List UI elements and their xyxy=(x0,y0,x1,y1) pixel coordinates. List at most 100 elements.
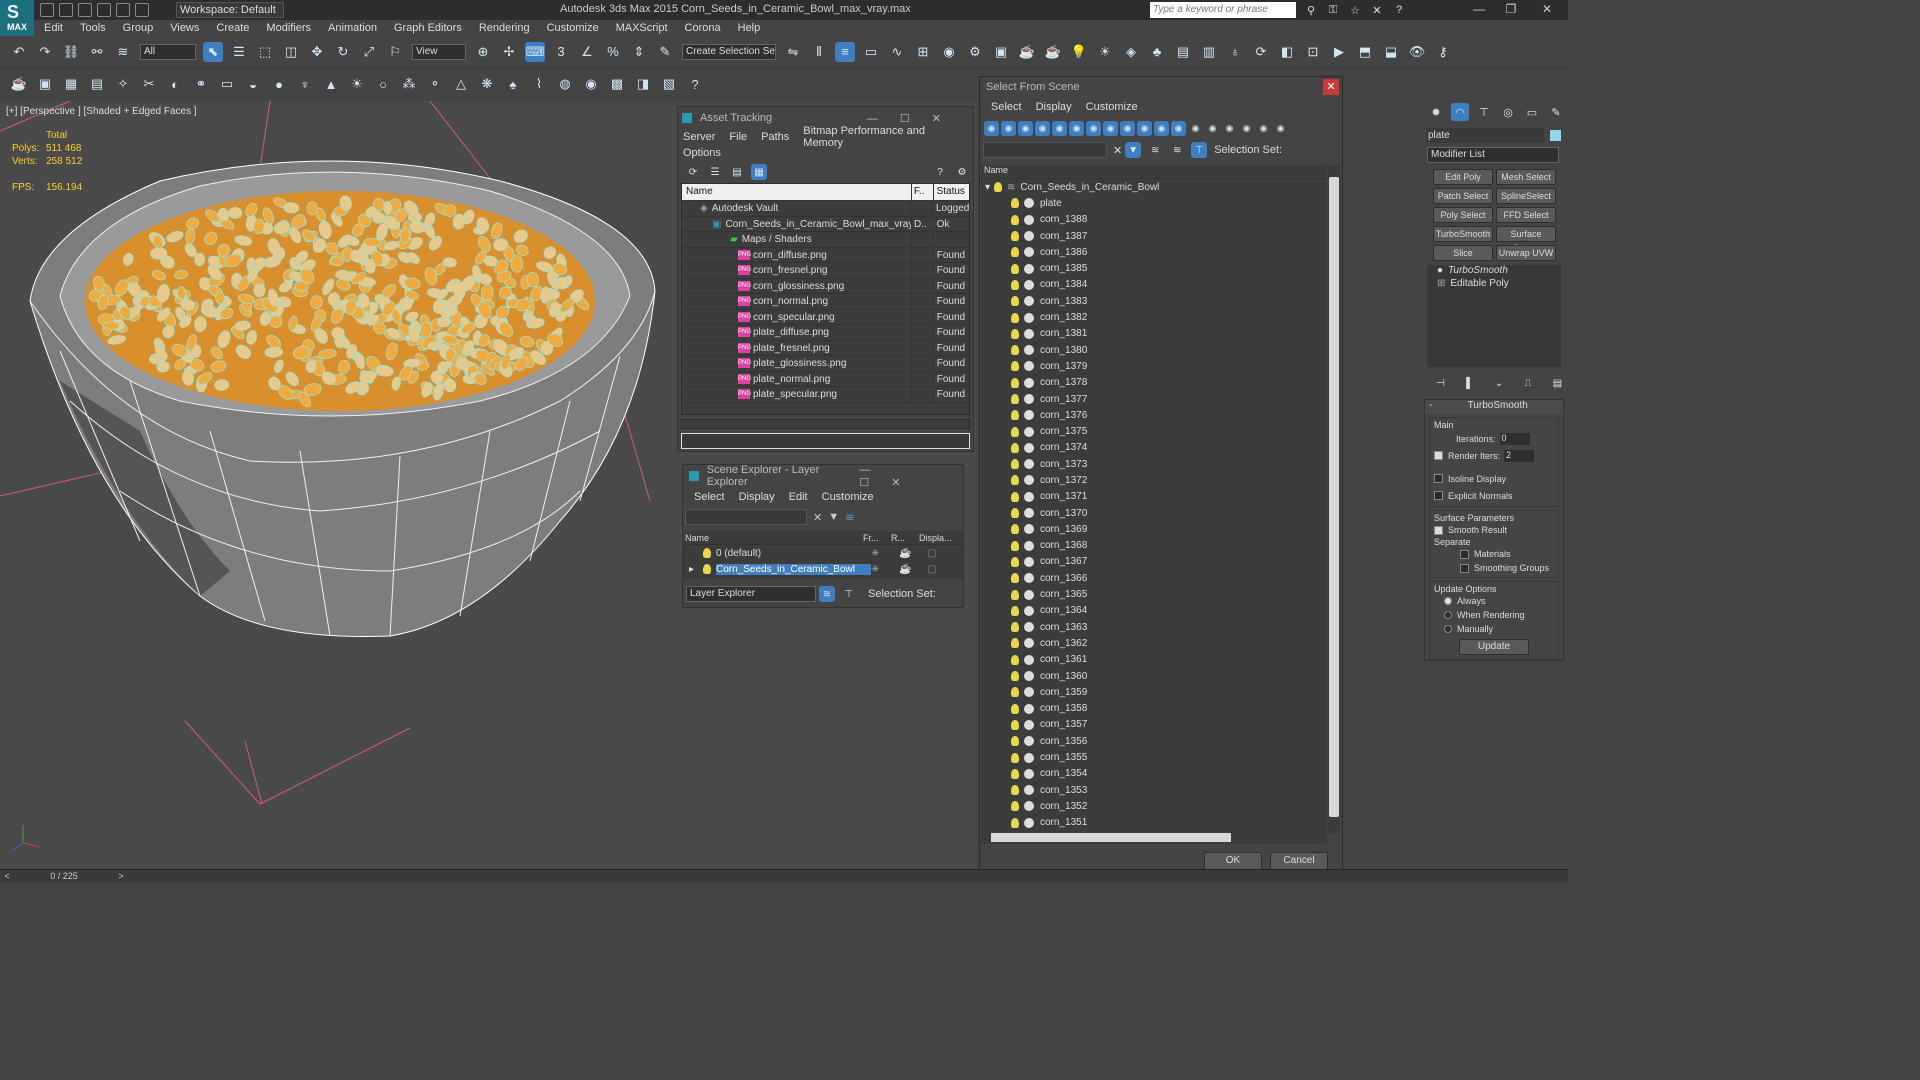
asset-row[interactable]: ◈ Autodesk Vault Logged xyxy=(682,201,969,217)
bulb-icon[interactable] xyxy=(1011,671,1019,682)
pivot-icon[interactable]: ⊕ xyxy=(473,42,493,62)
layer-row[interactable]: 0 (default) ✳ ☕ ▢ xyxy=(683,545,963,561)
select-by-name-icon[interactable]: ☰ xyxy=(229,42,249,62)
save-file-icon[interactable] xyxy=(78,3,92,17)
menu-corona[interactable]: Corona xyxy=(685,22,721,34)
tree-item[interactable]: corn_1384 xyxy=(981,277,1327,293)
explicit-normals-checkbox[interactable] xyxy=(1434,491,1443,500)
menu-views[interactable]: Views xyxy=(170,22,199,34)
layers-view-icon[interactable]: ≋ xyxy=(819,586,835,602)
bulb-icon[interactable] xyxy=(1011,279,1019,290)
selection-filter-dropdown[interactable]: All xyxy=(140,43,196,60)
bulb-icon[interactable] xyxy=(1011,654,1019,665)
sphere-icon[interactable]: ● xyxy=(269,74,289,94)
tree-item[interactable]: corn_1377 xyxy=(981,391,1327,407)
named-selection-dropdown[interactable]: Create Selection Se xyxy=(682,43,776,60)
asset-row[interactable]: PNG corn_glossiness.png Found xyxy=(682,278,969,294)
prev-frame-icon[interactable]: < xyxy=(0,871,14,881)
fur-icon[interactable]: ♠ xyxy=(503,74,523,94)
table-view-icon[interactable]: ▦ xyxy=(751,164,767,180)
menu-create[interactable]: Create xyxy=(216,22,249,34)
bulb-icon[interactable] xyxy=(1011,524,1019,535)
tree-item[interactable]: corn_1369 xyxy=(981,521,1327,537)
expand-icon[interactable]: ⊞ xyxy=(1437,278,1445,289)
unlink-icon[interactable]: ⚯ xyxy=(87,42,107,62)
tree-item[interactable]: corn_1353 xyxy=(981,782,1327,798)
render-production-icon[interactable]: ☕ xyxy=(1017,42,1037,62)
find-filter-icon[interactable]: ◉ xyxy=(1256,121,1271,136)
menu-display[interactable]: Display xyxy=(739,491,775,503)
asset-row[interactable]: PNG corn_specular.png Found xyxy=(682,309,969,325)
modifier-button[interactable]: TurboSmooth xyxy=(1433,226,1493,242)
tree-item[interactable]: corn_1380 xyxy=(981,342,1327,358)
bulb-icon[interactable] xyxy=(1011,198,1019,209)
helpers-filter-icon[interactable]: ◉ xyxy=(1052,120,1067,136)
col-status[interactable]: Status xyxy=(934,184,969,200)
tree-item[interactable]: corn_1352 xyxy=(981,798,1327,814)
bulb-icon[interactable] xyxy=(1011,687,1019,698)
explicit-normals-row[interactable]: Explicit Normals xyxy=(1434,487,1554,504)
exchange-icon[interactable]: ✕ xyxy=(1369,2,1385,18)
tree-item[interactable]: corn_1355 xyxy=(981,749,1327,765)
bulb-icon[interactable] xyxy=(1011,736,1019,747)
bulb-icon[interactable] xyxy=(1011,719,1019,730)
materials-row[interactable]: Materials xyxy=(1434,547,1554,561)
table-icon[interactable]: ▤ xyxy=(87,74,107,94)
tree-item[interactable]: corn_1363 xyxy=(981,619,1327,635)
bulb-icon[interactable] xyxy=(1011,426,1019,437)
undo-icon[interactable]: ↶ xyxy=(9,42,29,62)
tree-item[interactable]: corn_1361 xyxy=(981,652,1327,668)
open-file-icon[interactable] xyxy=(59,3,73,17)
menu-edit[interactable]: Edit xyxy=(789,491,808,503)
menu-paths[interactable]: Paths xyxy=(761,131,789,143)
motion-tab-icon[interactable]: ◎ xyxy=(1499,103,1517,121)
asset-tracking-window-controls[interactable]: —☐✕ xyxy=(867,112,963,125)
search-input[interactable]: Type a keyword or phrase xyxy=(1150,2,1296,18)
lens-icon[interactable]: ◐ xyxy=(165,74,185,94)
render-iters-spinner[interactable]: 2 xyxy=(1504,449,1535,462)
move-icon[interactable]: ✥ xyxy=(307,42,327,62)
tree-icon[interactable]: ♣ xyxy=(1147,42,1167,62)
modifier-button[interactable]: Mesh Select xyxy=(1496,169,1556,185)
filter-icon[interactable]: ▼ xyxy=(1125,142,1142,158)
always-radio[interactable] xyxy=(1444,597,1452,605)
bulb-icon[interactable] xyxy=(1011,459,1019,470)
help-circle-icon[interactable]: ? xyxy=(685,74,705,94)
modifier-button[interactable]: Poly Select xyxy=(1433,207,1493,223)
bulb-icon[interactable] xyxy=(1011,263,1019,274)
vfb-icon[interactable]: ▥ xyxy=(1199,42,1219,62)
tree-item[interactable]: corn_1357 xyxy=(981,717,1327,733)
bulb-icon[interactable] xyxy=(1011,540,1019,551)
modifier-button[interactable]: SplineSelect xyxy=(1496,188,1556,204)
object-properties-icon[interactable]: ▩ xyxy=(607,74,627,94)
tree-item[interactable]: corn_1387 xyxy=(981,228,1327,244)
layer-name[interactable]: 0 (default) xyxy=(716,548,871,559)
bulb-icon[interactable] xyxy=(1011,312,1019,323)
maximize-icon[interactable]: ❐ xyxy=(1502,2,1520,18)
tree-item[interactable]: corn_1385 xyxy=(981,260,1327,276)
expand-arrow-icon[interactable]: ▸ xyxy=(683,564,703,575)
tree-item[interactable]: corn_1354 xyxy=(981,766,1327,782)
material-sphere-icon[interactable]: ◉ xyxy=(581,74,601,94)
layer-row[interactable]: ▸ Corn_Seeds_in_Ceramic_Bowl ✳ ☕ ▢ xyxy=(683,561,963,577)
bind-space-warp-icon[interactable]: ≋ xyxy=(113,42,133,62)
keyboard-shortcut-icon[interactable]: ⌨ xyxy=(525,41,545,62)
mesh-export-icon[interactable]: ⬓ xyxy=(1381,42,1401,62)
modifier-list-dropdown[interactable]: Modifier List xyxy=(1427,147,1559,163)
material-editor-icon[interactable]: ◉ xyxy=(939,42,959,62)
tree-item[interactable]: corn_1359 xyxy=(981,684,1327,700)
book-icon[interactable]: ▤ xyxy=(1173,42,1193,62)
tree-item[interactable]: corn_1372 xyxy=(981,472,1327,488)
calculator-icon[interactable]: ▦ xyxy=(61,74,81,94)
col-frozen[interactable]: Fr... xyxy=(863,533,891,543)
asset-path-field[interactable] xyxy=(681,433,970,449)
isoline-checkbox[interactable] xyxy=(1434,474,1443,483)
bulb-icon[interactable] xyxy=(1011,410,1019,421)
cone-icon[interactable]: ▲ xyxy=(321,74,341,94)
rollout-header[interactable]: - TurboSmooth xyxy=(1425,400,1563,414)
bulb-icon[interactable]: ● xyxy=(1437,265,1443,276)
object-name-field[interactable]: plate xyxy=(1426,127,1544,143)
undo-icon[interactable] xyxy=(97,3,111,17)
sfs-vscrollbar[interactable] xyxy=(1328,165,1340,833)
asset-row[interactable]: PNG plate_diffuse.png Found xyxy=(682,325,969,341)
